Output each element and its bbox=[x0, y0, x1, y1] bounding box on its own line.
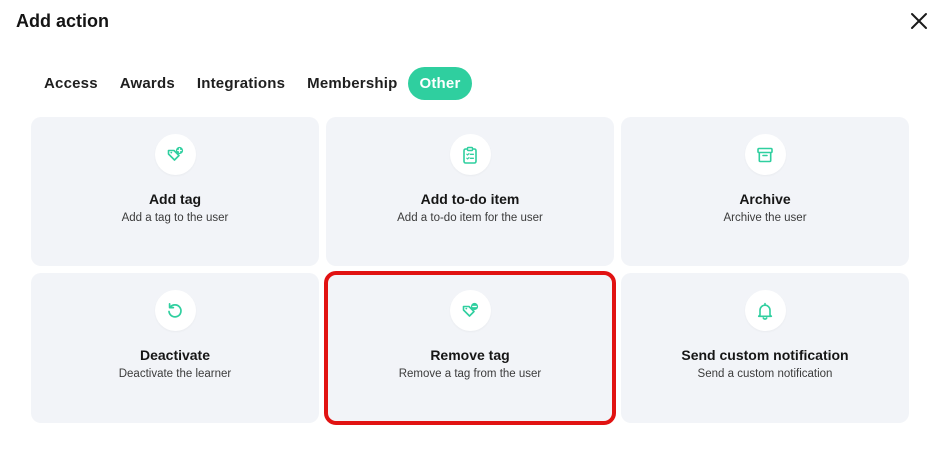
tag-plus-icon bbox=[167, 146, 184, 161]
action-card-deactivate[interactable]: Deactivate Deactivate the learner bbox=[31, 273, 319, 423]
tab-access[interactable]: Access bbox=[33, 67, 109, 100]
card-description: Remove a tag from the user bbox=[398, 368, 542, 380]
action-grid: Add tag Add a tag to the user Add to-do … bbox=[31, 117, 909, 425]
tab-awards[interactable]: Awards bbox=[109, 67, 186, 100]
close-button[interactable] bbox=[909, 11, 929, 31]
bell-icon bbox=[757, 302, 773, 320]
tab-membership[interactable]: Membership bbox=[296, 67, 408, 100]
tab-integrations[interactable]: Integrations bbox=[186, 67, 296, 100]
action-card-archive[interactable]: Archive Archive the user bbox=[621, 117, 909, 266]
icon-circle bbox=[744, 134, 786, 175]
dialog-title: Add action bbox=[16, 11, 109, 31]
icon-circle bbox=[154, 134, 196, 175]
action-card-add-tag[interactable]: Add tag Add a tag to the user bbox=[31, 117, 319, 266]
card-description: Add a to-do item for the user bbox=[397, 212, 543, 224]
card-description: Add a tag to the user bbox=[121, 212, 229, 224]
card-title: Deactivate bbox=[139, 347, 211, 363]
tab-bar: Access Awards Integrations Membership Ot… bbox=[33, 67, 472, 100]
card-title: Add to-do item bbox=[420, 191, 520, 207]
card-title: Archive bbox=[739, 191, 791, 207]
action-card-remove-tag[interactable]: Remove tag Remove a tag from the user bbox=[324, 271, 616, 425]
card-title: Remove tag bbox=[430, 347, 510, 363]
action-card-add-todo-item[interactable]: Add to-do item Add a to-do item for the … bbox=[326, 117, 614, 266]
tag-minus-icon bbox=[462, 302, 479, 317]
icon-circle bbox=[449, 290, 491, 331]
card-description: Deactivate the learner bbox=[118, 368, 232, 380]
close-icon bbox=[911, 13, 927, 29]
card-title: Add tag bbox=[148, 191, 202, 207]
archive-box-icon bbox=[757, 147, 773, 162]
icon-circle bbox=[744, 290, 786, 331]
undo-icon bbox=[168, 302, 182, 318]
card-title: Send custom notification bbox=[681, 347, 849, 363]
card-description: Send a custom notification bbox=[697, 368, 833, 380]
action-card-send-custom-notification[interactable]: Send custom notification Send a custom n… bbox=[621, 273, 909, 423]
icon-circle bbox=[154, 290, 196, 331]
card-description: Archive the user bbox=[723, 212, 807, 224]
dialog-header: Add action bbox=[16, 10, 933, 34]
clipboard-list-icon bbox=[463, 146, 477, 164]
icon-circle bbox=[449, 134, 491, 175]
tab-other[interactable]: Other bbox=[408, 67, 472, 100]
